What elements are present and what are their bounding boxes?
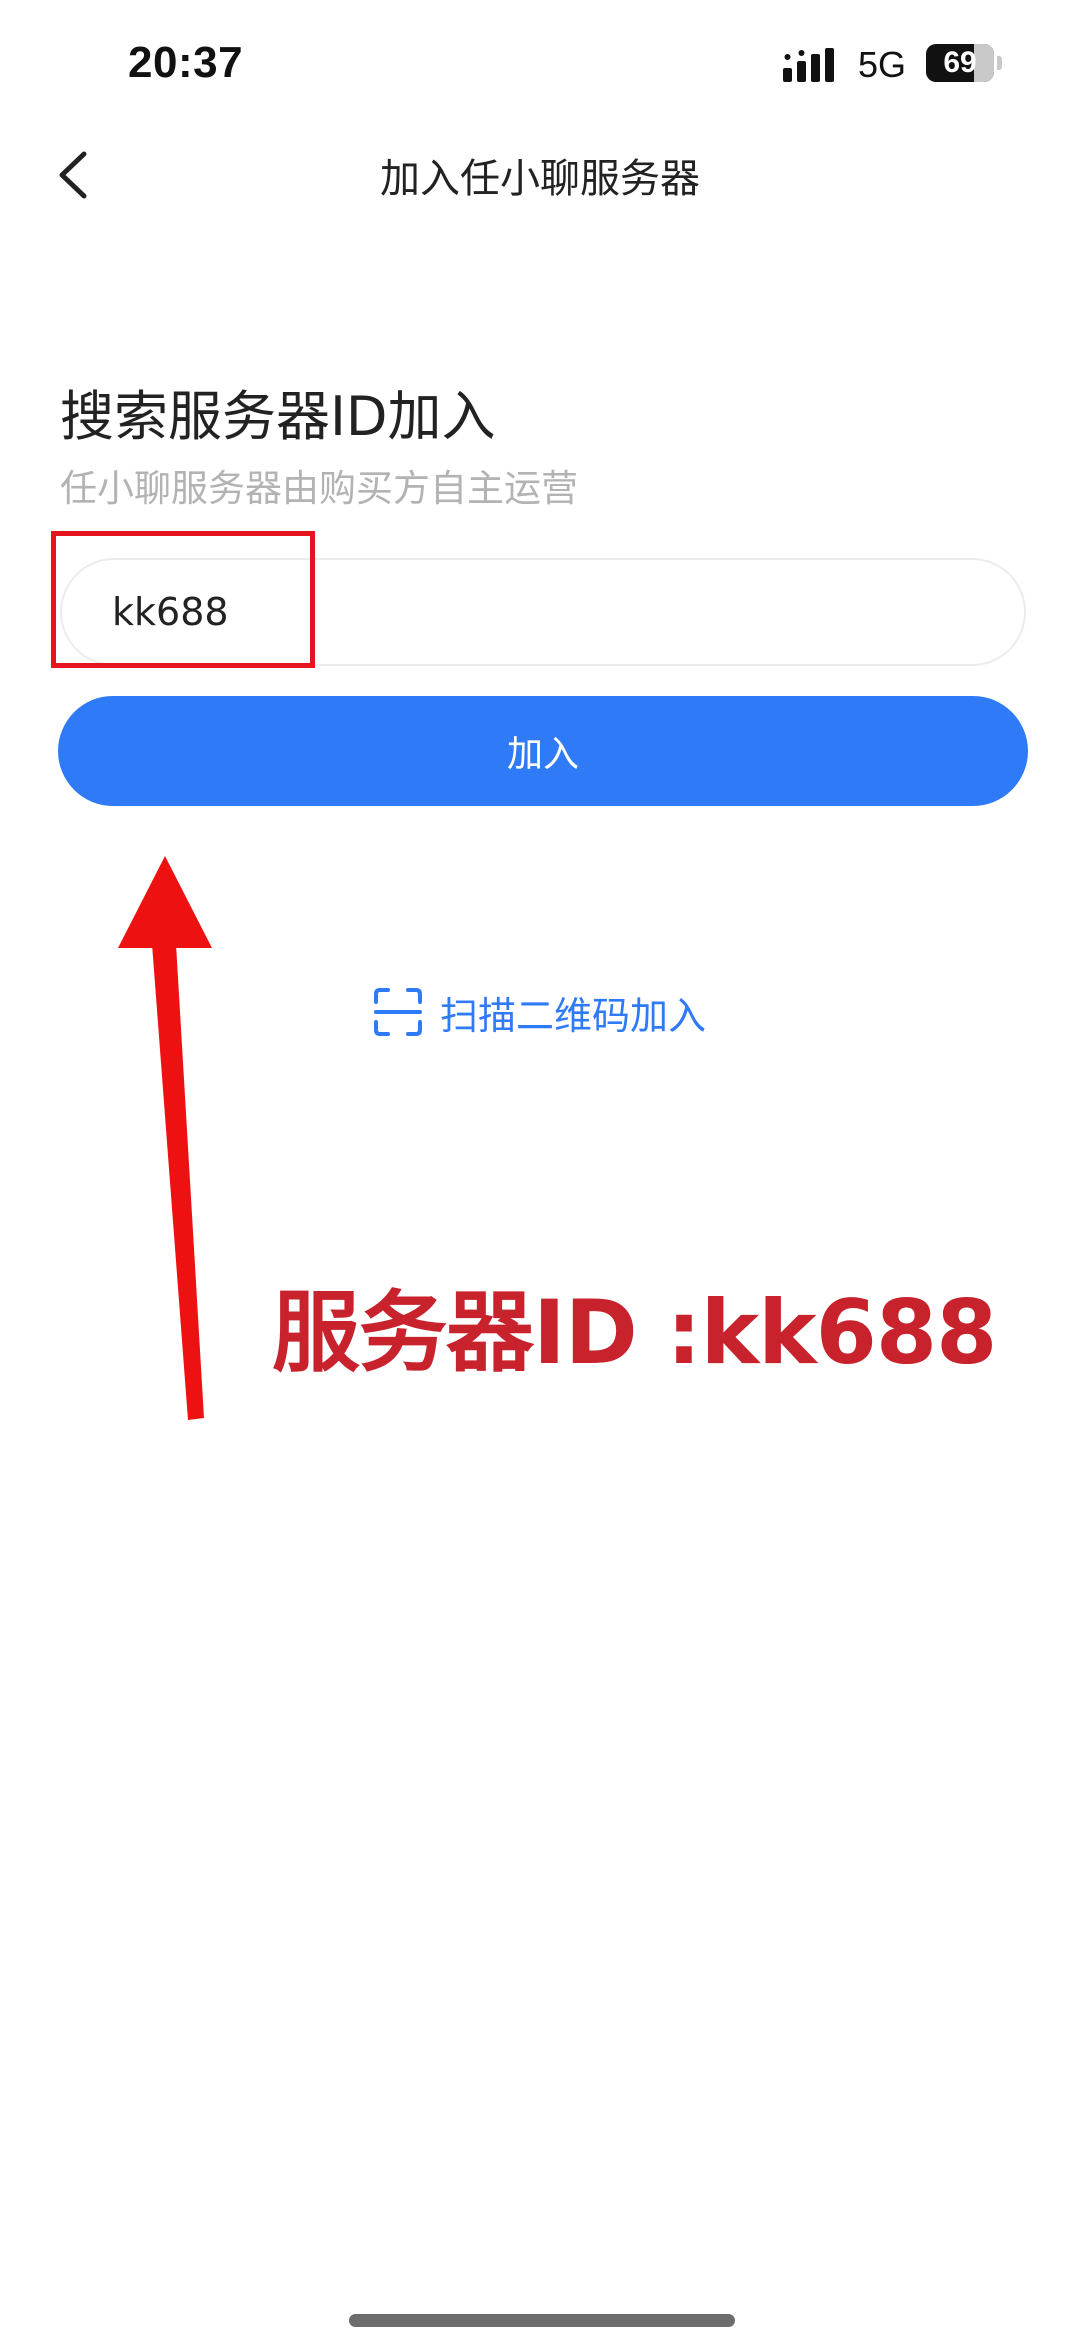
status-time: 20:37 — [128, 38, 244, 87]
home-indicator[interactable] — [349, 2314, 735, 2327]
server-id-input[interactable] — [60, 558, 1026, 666]
annotation-arrow-icon — [118, 856, 212, 1420]
app-screen: 20:37 5G 69 加入任小聊服务器 搜索服务器ID加入 任小聊服务器由购买… — [0, 0, 1080, 2337]
cellular-signal-icon — [783, 48, 834, 82]
network-type: 5G — [858, 44, 907, 85]
scan-qr-label: 扫描二维码加入 — [440, 993, 707, 1038]
qr-scan-icon — [374, 988, 422, 1036]
battery-cap — [997, 56, 1002, 70]
battery-level: 69 — [943, 46, 977, 79]
annotation-text: 服务器ID :kk688 — [272, 1281, 997, 1384]
battery-icon: 69 — [926, 44, 994, 82]
search-heading: 搜索服务器ID加入 — [60, 385, 496, 448]
search-subtitle: 任小聊服务器由购买方自主运营 — [60, 467, 578, 510]
scan-qr-link[interactable]: 扫描二维码加入 — [372, 984, 706, 1040]
page-title: 加入任小聊服务器 — [380, 156, 700, 202]
join-button[interactable]: 加入 — [58, 696, 1028, 806]
status-bar: 20:37 5G 69 — [0, 0, 1080, 130]
